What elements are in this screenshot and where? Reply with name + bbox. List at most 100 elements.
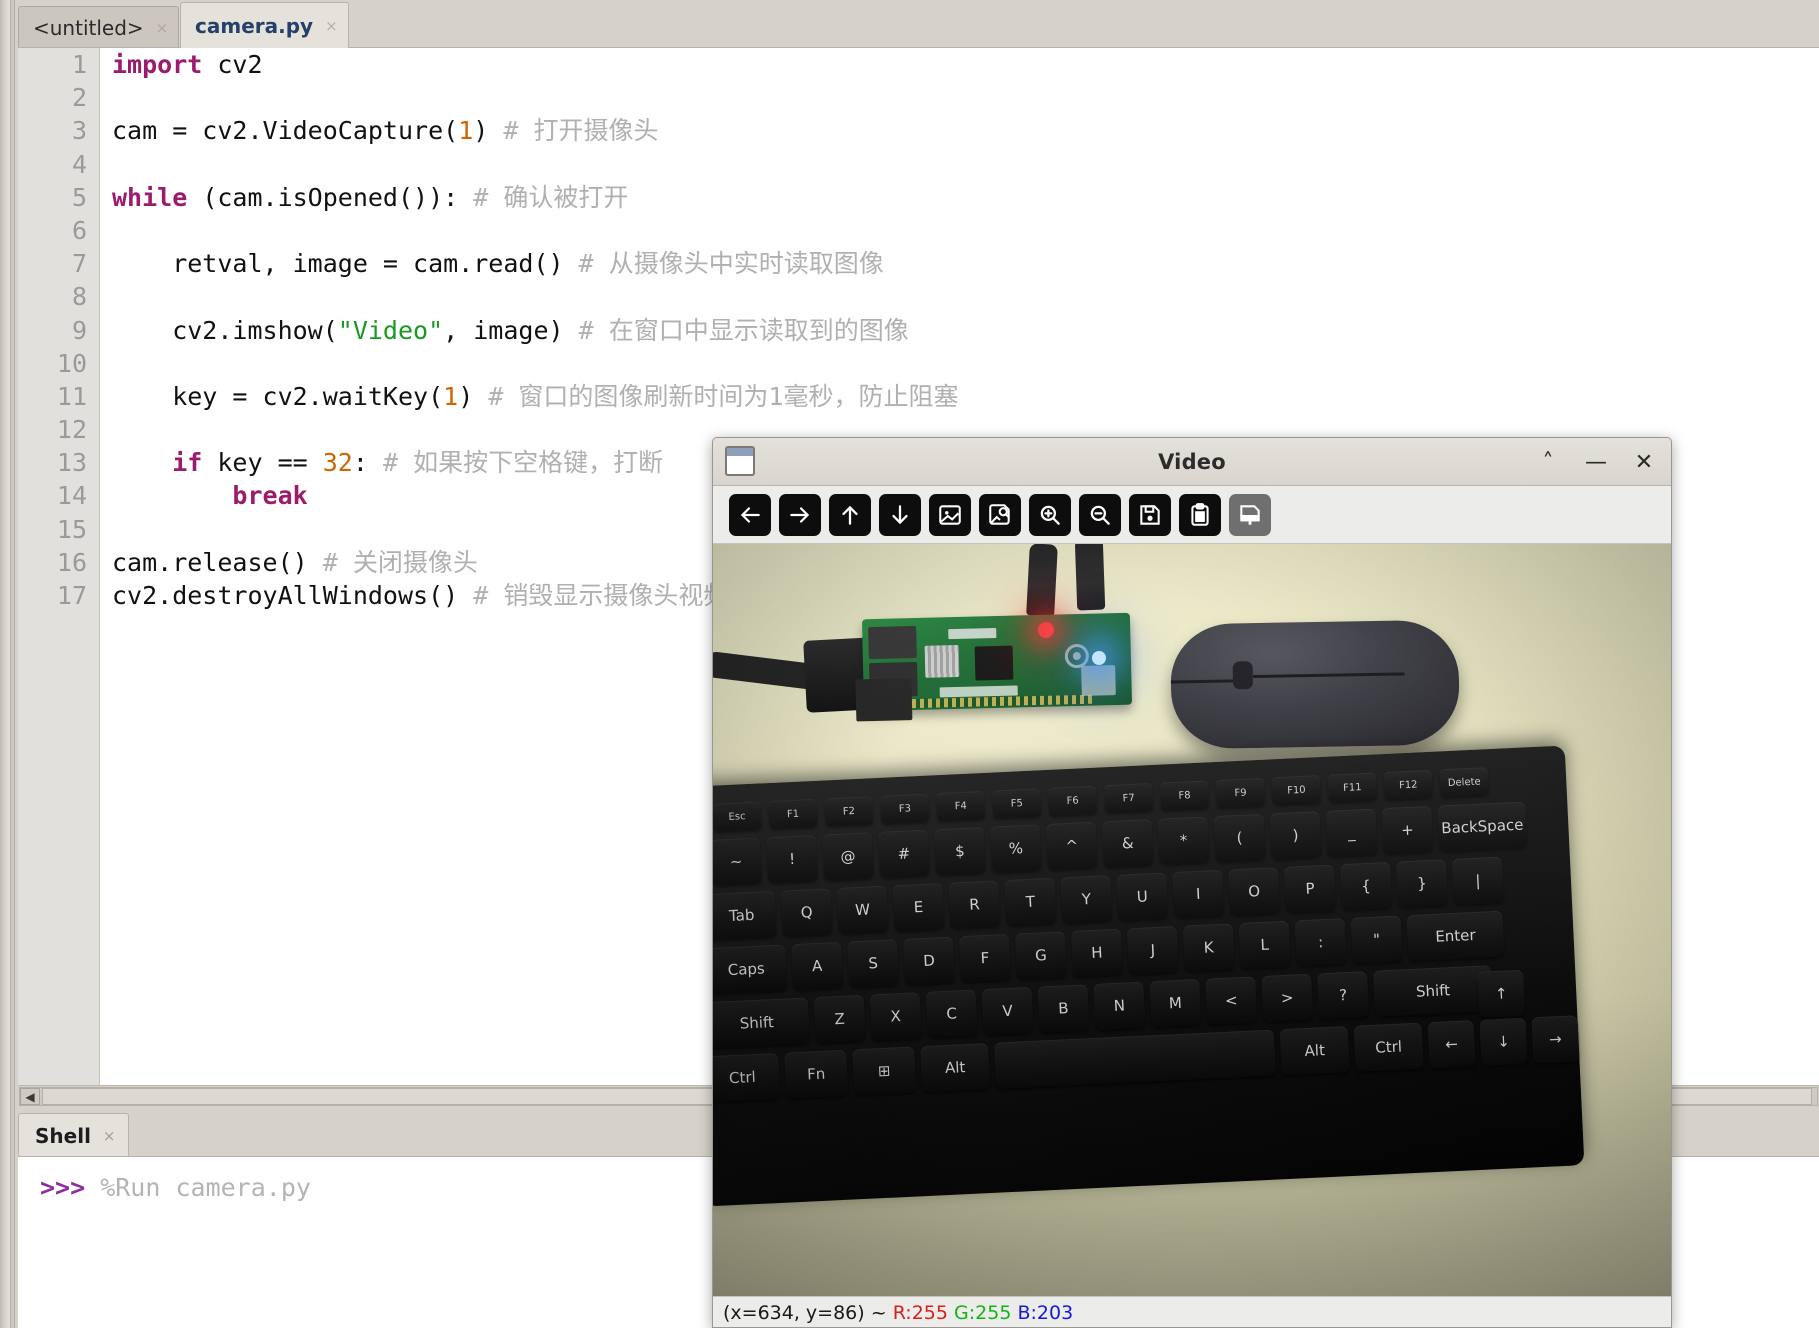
pan-up-icon[interactable] (829, 493, 871, 536)
webcam-scene: EscF1F2F3F4F5F6F7F8F9F10F11F12Delete~!@#… (713, 544, 1671, 1296)
video-window-titlebar[interactable]: Video ˄ — ✕ (713, 438, 1671, 486)
pixel-green-value: G:255 (954, 1301, 1012, 1324)
line-number: 1 (71, 50, 87, 79)
line-number: 13 (56, 448, 87, 478)
code-line: retval, image = cam.read() # 从摄像头中实时读取图像 (112, 247, 1819, 280)
zoom-in-icon[interactable] (1029, 493, 1071, 536)
code-token-cmt: # 从摄像头中实时读取图像 (578, 249, 884, 279)
shell-prompt: >>> (40, 1173, 86, 1202)
editor-tab-strip: <untitled> × camera.py × (18, 0, 1819, 48)
code-token-plain: cam.release() (112, 547, 323, 577)
video-window[interactable]: Video ˄ — ✕ (x=634, y=86) ~ R:255 G:255 … (712, 437, 1672, 1328)
code-token-kw: while (112, 182, 188, 212)
code-token-plain: key = cv2.waitKey( (112, 381, 444, 411)
thonny-ide-window: <untitled> × camera.py × 1 2 3 4 5 6 7 8 9 10 11 12… (0, 0, 1819, 1328)
pixel-red-value: R:255 (892, 1301, 948, 1324)
copy-icon[interactable] (1179, 493, 1221, 536)
code-token-plain: , image) (443, 315, 579, 345)
code-token-plain: ) (473, 116, 504, 146)
code-token-cmt: # 打开摄像头 (503, 116, 659, 146)
line-number: 9 (71, 315, 87, 345)
code-token-cmt: # 窗口的图像刷新时间为1毫秒，防止阻塞 (488, 381, 959, 411)
line-number: 4 (71, 149, 87, 179)
code-token-kw: import (112, 50, 203, 79)
code-token-plain: cam = cv2.VideoCapture( (112, 116, 459, 146)
editor-tab-untitled[interactable]: <untitled> × (18, 6, 180, 48)
line-number: 15 (56, 514, 87, 544)
code-line: key = cv2.waitKey(1) # 窗口的图像刷新时间为1毫秒，防止阻… (112, 380, 1819, 413)
line-number: 5 (71, 182, 87, 212)
close-icon[interactable]: × (325, 17, 338, 35)
code-token-num: 1 (443, 381, 459, 411)
line-number: 16 (56, 547, 87, 577)
pan-right-icon[interactable] (779, 493, 821, 536)
code-token-plain: key == (202, 448, 323, 478)
line-number: 8 (71, 282, 87, 312)
shell-command: %Run camera.py (85, 1173, 311, 1202)
minimize-button[interactable]: — (1583, 449, 1609, 475)
line-number: 3 (71, 116, 87, 146)
video-frame-canvas[interactable]: EscF1F2F3F4F5F6F7F8F9F10F11F12Delete~!@#… (713, 544, 1671, 1296)
code-token-kw: break (232, 481, 308, 511)
fit-image-icon[interactable] (929, 493, 971, 536)
window-icon (725, 446, 755, 476)
code-token-plain: cv2.destroyAllWindows() (112, 581, 474, 610)
editor-tab-camera-py[interactable]: camera.py × (180, 2, 349, 48)
editor-tab-camera-py-label: camera.py (195, 13, 314, 38)
line-number: 10 (56, 348, 87, 378)
save-icon[interactable] (1129, 493, 1171, 536)
code-token-kw: if (172, 448, 203, 478)
code-token-cmt: # 如果按下空格键，打断 (382, 448, 664, 478)
close-icon[interactable]: × (156, 19, 169, 37)
zoom-out-icon[interactable] (1079, 493, 1121, 536)
scroll-left-icon[interactable]: ◀ (20, 1088, 40, 1105)
code-token-cmt: # 在窗口中显示读取到的图像 (578, 315, 909, 345)
editor-tab-untitled-label: <untitled> (33, 15, 144, 40)
code-line: cv2.imshow("Video", image) # 在窗口中显示读取到的图… (112, 314, 1819, 347)
line-number: 17 (56, 581, 87, 610)
line-number: 14 (56, 481, 87, 511)
scene-shading (713, 544, 1671, 1296)
code-token-num: 1 (458, 116, 474, 146)
pan-down-icon[interactable] (879, 493, 921, 536)
line-number: 11 (56, 381, 87, 411)
code-line: while (cam.isOpened()): # 确认被打开 (112, 181, 1819, 214)
code-line: import cv2 (112, 48, 1819, 81)
pixel-coordinates: (x=634, y=86) ~ (723, 1301, 893, 1324)
close-icon[interactable]: × (103, 1127, 116, 1145)
video-window-title: Video (1158, 449, 1226, 474)
code-token-cmt: # 确认被打开 (473, 182, 629, 212)
shell-tab-label: Shell (35, 1123, 91, 1148)
zoom-fit-icon[interactable] (979, 493, 1021, 536)
code-token-plain: cv2.imshow( (112, 315, 338, 345)
code-token-plain: (cam.isOpened()): (187, 182, 474, 212)
line-number-gutter: 1 2 3 4 5 6 7 8 9 10 11 12 13 14 15 16 17 (18, 48, 100, 1090)
close-button[interactable]: ✕ (1631, 449, 1657, 475)
properties-icon[interactable] (1229, 493, 1271, 536)
code-token-plain: cv2 (202, 50, 263, 79)
line-number: 7 (71, 249, 87, 279)
code-token-cmt: # 关闭摄像头 (322, 547, 478, 577)
line-number: 2 (71, 83, 87, 113)
window-left-rail (0, 0, 10, 1328)
video-window-toolbar (713, 486, 1671, 544)
window-left-divider (10, 0, 15, 1328)
pan-left-icon[interactable] (729, 493, 771, 536)
code-token-plain: retval, image = cam.read() (112, 249, 579, 279)
line-number: 6 (71, 215, 87, 245)
pixel-blue-value: B:203 (1017, 1301, 1074, 1324)
shell-tab[interactable]: Shell × (18, 1113, 129, 1157)
video-status-bar: (x=634, y=86) ~ R:255 G:255 B:203 (713, 1296, 1671, 1327)
code-token-plain: ) (458, 381, 489, 411)
code-token-str: "Video" (337, 315, 444, 345)
video-window-controls: ˄ — ✕ (1535, 438, 1657, 486)
code-line: cam = cv2.VideoCapture(1) # 打开摄像头 (112, 114, 1819, 147)
rollup-button[interactable]: ˄ (1535, 449, 1561, 475)
